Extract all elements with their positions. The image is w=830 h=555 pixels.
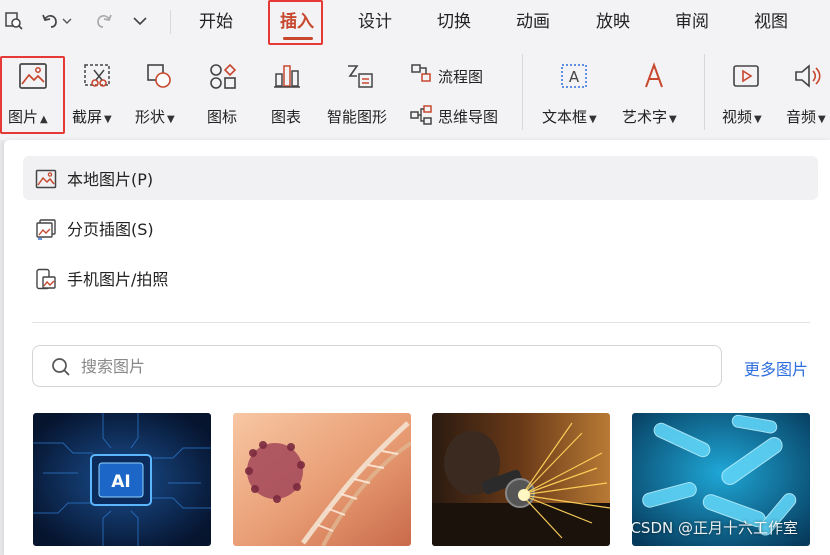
- flowchart-icon[interactable]: [408, 60, 434, 86]
- phone-picture-icon: [35, 268, 57, 290]
- mindmap-icon[interactable]: [408, 102, 434, 128]
- picture-search-input[interactable]: [81, 354, 681, 378]
- mindmap-button[interactable]: 思维导图: [438, 106, 498, 127]
- shape-button[interactable]: 形状 ▼: [135, 106, 175, 127]
- app-window: 开始 插入 设计 切换 动画 放映 审阅 视图 图片 ▲ 截屏 ▼ 形状 ▼ 图标: [0, 0, 830, 555]
- tab-view[interactable]: 视图: [754, 8, 788, 36]
- svg-text:AI: AI: [111, 472, 130, 492]
- picture-highlight-box: [0, 56, 65, 134]
- ribbon-insert: 图片 ▲ 截屏 ▼ 形状 ▼ 图标 图表 智能图形 流程图 思维导图 A 文本框…: [0, 46, 830, 138]
- tab-design[interactable]: 设计: [358, 8, 392, 36]
- svg-text:A: A: [569, 68, 580, 86]
- menu-item-label: 本地图片(P): [67, 170, 154, 189]
- smartart-button[interactable]: 智能图形: [327, 106, 387, 127]
- chart-icon[interactable]: [271, 60, 303, 92]
- undo-icon[interactable]: [38, 9, 62, 33]
- menu-item-label: 分页插图(S): [67, 220, 154, 239]
- tab-insert-highlight-box: [268, 0, 323, 45]
- csdn-watermark: CSDN @正月十六工作室: [632, 519, 798, 537]
- chevron-down-icon: ▼: [818, 114, 826, 125]
- flowchart-button[interactable]: 流程图: [438, 66, 483, 87]
- menu-item-label: 手机图片/拍照: [67, 270, 169, 289]
- chevron-down-icon: ▼: [589, 114, 597, 125]
- toolbar-separator: [170, 10, 171, 34]
- tab-review[interactable]: 审阅: [675, 8, 709, 36]
- picture-thumbnail[interactable]: [233, 413, 411, 546]
- search-doc-icon[interactable]: [2, 9, 26, 33]
- audio-button[interactable]: 音频 ▼: [786, 106, 826, 127]
- redo-icon[interactable]: [92, 9, 116, 33]
- picture-search-box[interactable]: [32, 345, 722, 387]
- video-icon[interactable]: [730, 60, 762, 92]
- chevron-down-icon: ▼: [669, 114, 677, 125]
- screenshot-button[interactable]: 截屏 ▼: [72, 106, 112, 127]
- icons-icon[interactable]: [207, 60, 239, 92]
- menu-item-local-picture[interactable]: 本地图片(P): [23, 156, 818, 200]
- icons-button[interactable]: 图标: [207, 106, 237, 127]
- search-icon: [51, 357, 71, 377]
- tab-slideshow[interactable]: 放映: [596, 8, 630, 36]
- audio-icon[interactable]: [792, 60, 824, 92]
- chevron-down-icon: ▼: [104, 114, 112, 125]
- screenshot-icon[interactable]: [81, 60, 113, 92]
- picture-thumbnail[interactable]: AI: [33, 413, 211, 546]
- tab-animation[interactable]: 动画: [516, 8, 550, 36]
- paged-picture-icon: [35, 218, 57, 240]
- more-pictures-link[interactable]: 更多图片: [744, 356, 808, 380]
- wordart-icon[interactable]: [638, 60, 670, 92]
- menu-item-phone-picture[interactable]: 手机图片/拍照: [23, 256, 818, 300]
- tab-home[interactable]: 开始: [199, 8, 233, 36]
- chevron-down-icon[interactable]: [60, 9, 74, 33]
- picture-dropdown-panel: 本地图片(P) 分页插图(S) 手机图片/拍照 更多图片: [4, 140, 830, 555]
- ribbon-separator: [704, 54, 705, 130]
- smartart-icon[interactable]: [344, 60, 376, 92]
- chevron-down-icon: ▼: [754, 114, 762, 125]
- local-picture-icon: [35, 168, 57, 190]
- ribbon-separator: [522, 54, 523, 130]
- tab-bar: 开始 插入 设计 切换 动画 放映 审阅 视图: [0, 0, 830, 45]
- menu-divider: [32, 322, 810, 323]
- chevron-down-icon: ▼: [167, 114, 175, 125]
- textbox-button[interactable]: 文本框 ▼: [542, 106, 597, 127]
- picture-thumbnail[interactable]: CSDN @正月十六工作室: [632, 413, 810, 546]
- chart-button[interactable]: 图表: [271, 106, 301, 127]
- video-button[interactable]: 视频 ▼: [722, 106, 762, 127]
- textbox-icon[interactable]: A: [558, 60, 590, 92]
- wordart-button[interactable]: 艺术字 ▼: [622, 106, 677, 127]
- picture-thumbnail[interactable]: [432, 413, 610, 546]
- tab-transition[interactable]: 切换: [437, 8, 471, 36]
- shape-icon[interactable]: [143, 60, 175, 92]
- customize-toolbar-icon[interactable]: [128, 9, 152, 33]
- menu-item-paged-picture[interactable]: 分页插图(S): [23, 206, 818, 250]
